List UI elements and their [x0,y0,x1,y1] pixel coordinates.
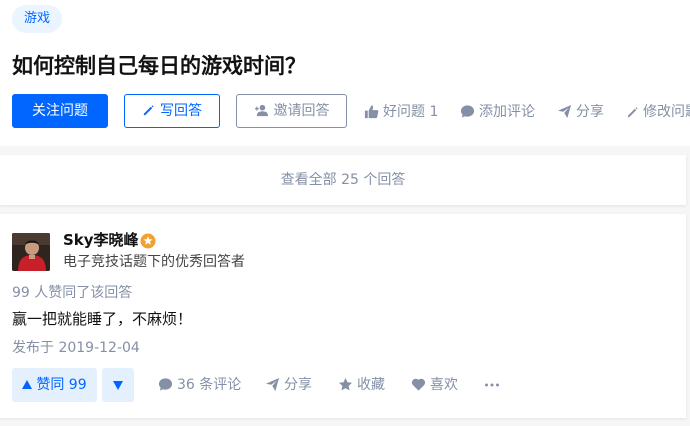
edit-question-button[interactable]: 修改问题 [626,101,690,123]
invite-answer-button[interactable]: 邀请回答 [236,94,347,128]
comment-icon [460,105,475,118]
like-label: 喜欢 [430,377,458,393]
topic-tag[interactable]: 游戏 [12,5,63,33]
follow-question-label: 关注问题 [32,103,88,119]
invite-answer-label: 邀请回答 [273,103,330,119]
comments-button[interactable]: 36 条评论 [158,374,241,396]
share-question-button[interactable]: 分享 [557,101,604,123]
collect-label: 收藏 [357,377,385,393]
add-comment-label: 添加评论 [479,104,535,120]
view-all-answers-button[interactable]: 查看全部 25 个回答 [0,155,686,205]
answer-card: Sky李晓峰 电子竞技话题下的优秀回答者 99 人赞同了该回答 赢一把就能睡了，… [0,214,686,418]
question-title: 如何控制自己每日的游戏时间？ [12,54,306,78]
more-button[interactable] [484,374,504,396]
good-question-button[interactable]: 好问题 1 [364,101,438,123]
upvote-label: 赞同 99 [36,377,87,393]
like-button[interactable]: 喜欢 [411,374,458,396]
follow-question-button[interactable]: 关注问题 [12,94,108,128]
publish-date[interactable]: 发布于 2019-12-04 [12,337,140,359]
collect-button[interactable]: 收藏 [338,374,385,396]
share-icon [265,377,280,392]
view-all-answers-label: 查看全部 25 个回答 [280,172,406,188]
edit-question-label: 修改问题 [643,104,690,120]
share-question-label: 分享 [576,104,604,120]
author-headline: 电子竞技话题下的优秀回答者 [63,254,245,270]
thumbs-up-icon [364,105,379,119]
excellent-answerer-badge-icon[interactable] [140,233,156,249]
avatar[interactable] [12,233,50,271]
star-icon [338,377,353,391]
write-answer-label: 写回答 [160,103,202,119]
share-answer-button[interactable]: 分享 [265,374,312,396]
share-icon [557,104,572,119]
good-question-label: 好问题 1 [383,104,439,120]
comments-label: 36 条评论 [177,377,242,393]
voters-count[interactable]: 99 人赞同了该回答 [12,282,132,304]
question-header: 游戏 如何控制自己每日的游戏时间？ 关注问题 写回答 邀请回答 好问题 1 添加… [0,0,690,146]
upvote-button[interactable]: 赞同 99 [12,368,97,402]
add-user-icon [254,104,268,117]
downvote-button[interactable] [102,368,134,402]
heart-icon [411,378,426,391]
share-answer-label: 分享 [284,377,312,393]
write-answer-button[interactable]: 写回答 [124,94,220,128]
add-comment-button[interactable]: 添加评论 [460,101,535,123]
comment-icon [158,378,173,391]
pencil-icon [143,105,154,116]
avatar-image [12,233,50,271]
pencil-icon [627,107,638,118]
answer-content: 赢一把就能睡了，不麻烦！ [12,310,193,328]
more-dots-icon [485,383,499,387]
triangle-up-icon [22,380,33,389]
triangle-down-icon [113,381,123,390]
author-name[interactable]: Sky李晓峰 [63,229,139,251]
